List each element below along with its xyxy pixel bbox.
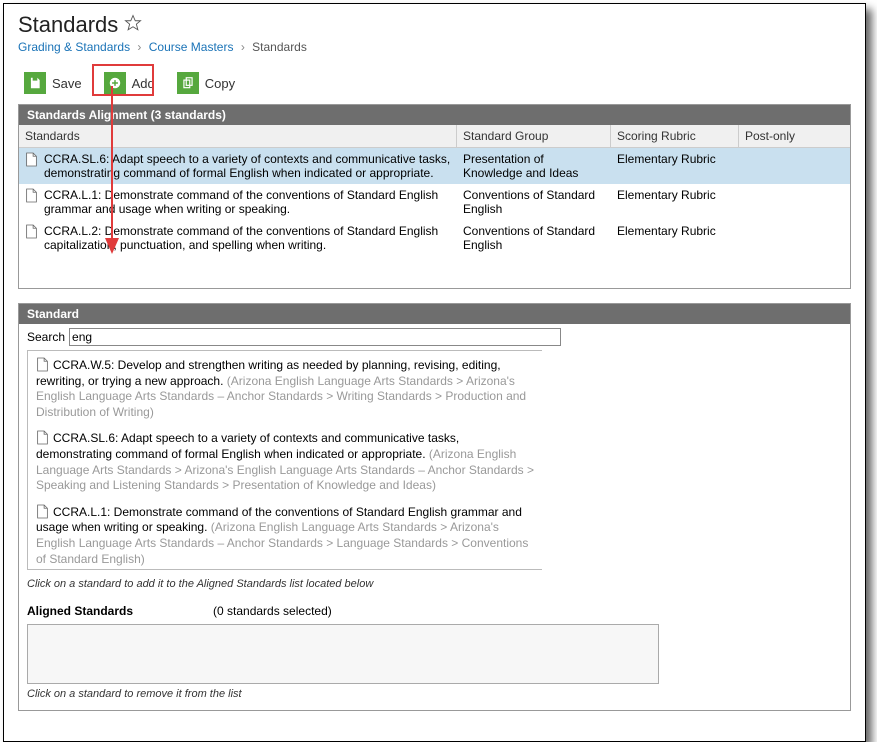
hint-remove: Click on a standard to remove it from th… <box>27 688 850 700</box>
standard-text: CCRA.L.1: Demonstrate command of the con… <box>44 188 451 216</box>
favorite-star-icon[interactable] <box>124 14 142 37</box>
standard-panel-header: Standard <box>19 304 850 324</box>
list-item[interactable]: CCRA.W.5: Develop and strengthen writing… <box>36 357 534 420</box>
search-input[interactable] <box>69 328 561 346</box>
document-icon <box>25 152 38 167</box>
post-only-cell <box>739 184 850 220</box>
document-icon <box>36 504 49 519</box>
list-item[interactable]: CCRA.SL.6: Adapt speech to a variety of … <box>36 430 534 493</box>
search-results-list[interactable]: CCRA.W.5: Develop and strengthen writing… <box>27 350 542 570</box>
chevron-right-icon: › <box>137 40 141 54</box>
standard-group: Conventions of Standard English <box>457 184 611 220</box>
standard-text: CCRA.SL.6: Adapt speech to a variety of … <box>44 152 451 180</box>
standard-text: CCRA.L.2: Demonstrate command of the con… <box>44 224 451 252</box>
plus-circle-icon <box>104 72 126 94</box>
hint-add: Click on a standard to add it to the Ali… <box>27 578 850 590</box>
copy-icon <box>177 72 199 94</box>
col-header-post: Post-only <box>739 125 850 147</box>
breadcrumb: Grading & Standards › Course Masters › S… <box>18 40 851 54</box>
aligned-standards-count: (0 standards selected) <box>213 604 332 618</box>
search-label: Search <box>27 330 65 344</box>
table-row[interactable]: CCRA.SL.6: Adapt speech to a variety of … <box>19 148 850 184</box>
page-title: Standards <box>18 12 118 38</box>
add-button-label: Add <box>132 76 155 91</box>
copy-button-label: Copy <box>205 76 235 91</box>
breadcrumb-current: Standards <box>252 40 307 54</box>
save-button[interactable]: Save <box>18 68 92 98</box>
document-icon <box>36 430 49 445</box>
add-button[interactable]: Add <box>98 68 165 98</box>
result-title: CCRA.SL.6: Adapt speech to a variety of … <box>36 431 459 461</box>
table-row[interactable]: CCRA.L.2: Demonstrate command of the con… <box>19 220 850 256</box>
alignment-table-header: Standards Standard Group Scoring Rubric … <box>19 125 850 148</box>
col-header-rubric: Scoring Rubric <box>611 125 739 147</box>
aligned-standards-label: Aligned Standards <box>27 604 133 618</box>
col-header-standards: Standards <box>19 125 457 147</box>
list-item[interactable]: CCRA.L.1: Demonstrate command of the con… <box>36 504 534 567</box>
chevron-right-icon: › <box>241 40 245 54</box>
standard-search-panel: Standard Search CCRA.W.5: Develop and st… <box>18 303 851 711</box>
document-icon <box>25 224 38 239</box>
copy-button[interactable]: Copy <box>171 68 245 98</box>
document-icon <box>25 188 38 203</box>
breadcrumb-link-grading[interactable]: Grading & Standards <box>18 40 130 54</box>
save-button-label: Save <box>52 76 82 91</box>
post-only-cell <box>739 148 850 184</box>
standard-group: Conventions of Standard English <box>457 220 611 256</box>
standard-group: Presentation of Knowledge and Ideas <box>457 148 611 184</box>
table-row[interactable]: CCRA.L.1: Demonstrate command of the con… <box>19 184 850 220</box>
scoring-rubric: Elementary Rubric <box>611 148 739 184</box>
document-icon <box>36 357 49 372</box>
save-icon <box>24 72 46 94</box>
scoring-rubric: Elementary Rubric <box>611 184 739 220</box>
standards-alignment-header: Standards Alignment (3 standards) <box>19 105 850 125</box>
scoring-rubric: Elementary Rubric <box>611 220 739 256</box>
breadcrumb-link-course-masters[interactable]: Course Masters <box>149 40 234 54</box>
post-only-cell <box>739 220 850 256</box>
standards-alignment-panel: Standards Alignment (3 standards) Standa… <box>18 104 851 289</box>
col-header-group: Standard Group <box>457 125 611 147</box>
aligned-standards-box[interactable] <box>27 624 659 684</box>
